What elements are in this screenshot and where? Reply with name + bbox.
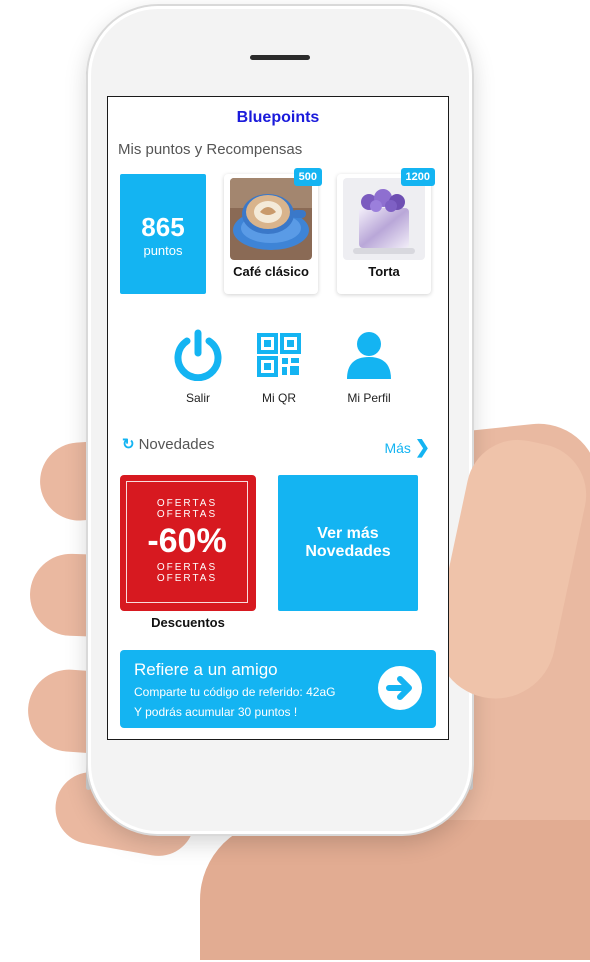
- chevron-right-icon: ❯: [414, 437, 430, 457]
- app-screen: Bluepoints Mis puntos y Recompensas 865 …: [107, 96, 449, 740]
- phone-speaker: [250, 55, 310, 60]
- more-news-card[interactable]: Ver más Novedades: [278, 475, 418, 611]
- promo-discount: -60%: [147, 522, 227, 560]
- promo-text: OFERTAS: [156, 509, 218, 520]
- referral-go-button[interactable]: [378, 666, 422, 710]
- news-header: ↻ Novedades: [122, 435, 214, 453]
- more-news-line1: Ver más: [317, 525, 379, 542]
- reward-card-torta[interactable]: Torta 1200: [337, 168, 435, 294]
- promo-text: OFERTAS: [156, 573, 218, 584]
- reward-cost-badge: 500: [293, 168, 322, 186]
- reward-card-cafe[interactable]: Café clásico 500: [224, 168, 322, 294]
- points-value: 865: [141, 212, 185, 242]
- news-title: Novedades: [138, 436, 215, 453]
- more-news-line2: Novedades: [305, 543, 391, 560]
- reward-cost-badge: 1200: [400, 168, 435, 186]
- reward-name: Café clásico: [233, 264, 309, 279]
- my-qr-button[interactable]: Mi QR: [244, 329, 314, 405]
- promo-text: OFERTAS: [156, 498, 218, 509]
- app-title: Bluepoints: [236, 109, 320, 126]
- news-more-link[interactable]: Más ❯: [384, 437, 430, 458]
- power-icon: [174, 329, 222, 381]
- refresh-icon[interactable]: ↻: [122, 436, 135, 453]
- referral-code-text: Comparte tu código de referido: 42aG: [134, 685, 336, 699]
- logout-label: Salir: [185, 391, 210, 405]
- rewards-section-title: Mis puntos y Recompensas: [118, 141, 303, 158]
- arrow-right-icon: [386, 676, 412, 700]
- logout-button[interactable]: Salir: [163, 329, 233, 405]
- reward-name: Torta: [368, 264, 400, 279]
- referral-banner[interactable]: Refiere a un amigo Comparte tu código de…: [120, 650, 436, 728]
- points-label: puntos: [143, 243, 183, 258]
- hand-wrist: [200, 820, 590, 960]
- my-profile-button[interactable]: Mi Perfil: [334, 329, 404, 405]
- user-icon: [347, 332, 391, 379]
- news-more-label: Más: [384, 440, 411, 456]
- promo-discounts-card[interactable]: OFERTAS OFERTAS -60% OFERTAS OFERTAS: [120, 475, 256, 611]
- cake-icon: [343, 178, 425, 260]
- promo-frame: OFERTAS OFERTAS -60% OFERTAS OFERTAS: [126, 481, 248, 603]
- referral-points-text: Y podrás acumular 30 puntos !: [134, 705, 298, 719]
- my-profile-label: Mi Perfil: [347, 391, 391, 405]
- referral-title: Refiere a un amigo: [134, 660, 278, 679]
- promo-caption: Descuentos: [151, 615, 225, 630]
- coffee-cup-icon: [230, 178, 312, 260]
- my-qr-label: Mi QR: [262, 391, 296, 405]
- points-card[interactable]: 865 puntos: [120, 174, 206, 294]
- qr-code-icon: [257, 333, 301, 377]
- promo-text: OFERTAS: [156, 562, 218, 573]
